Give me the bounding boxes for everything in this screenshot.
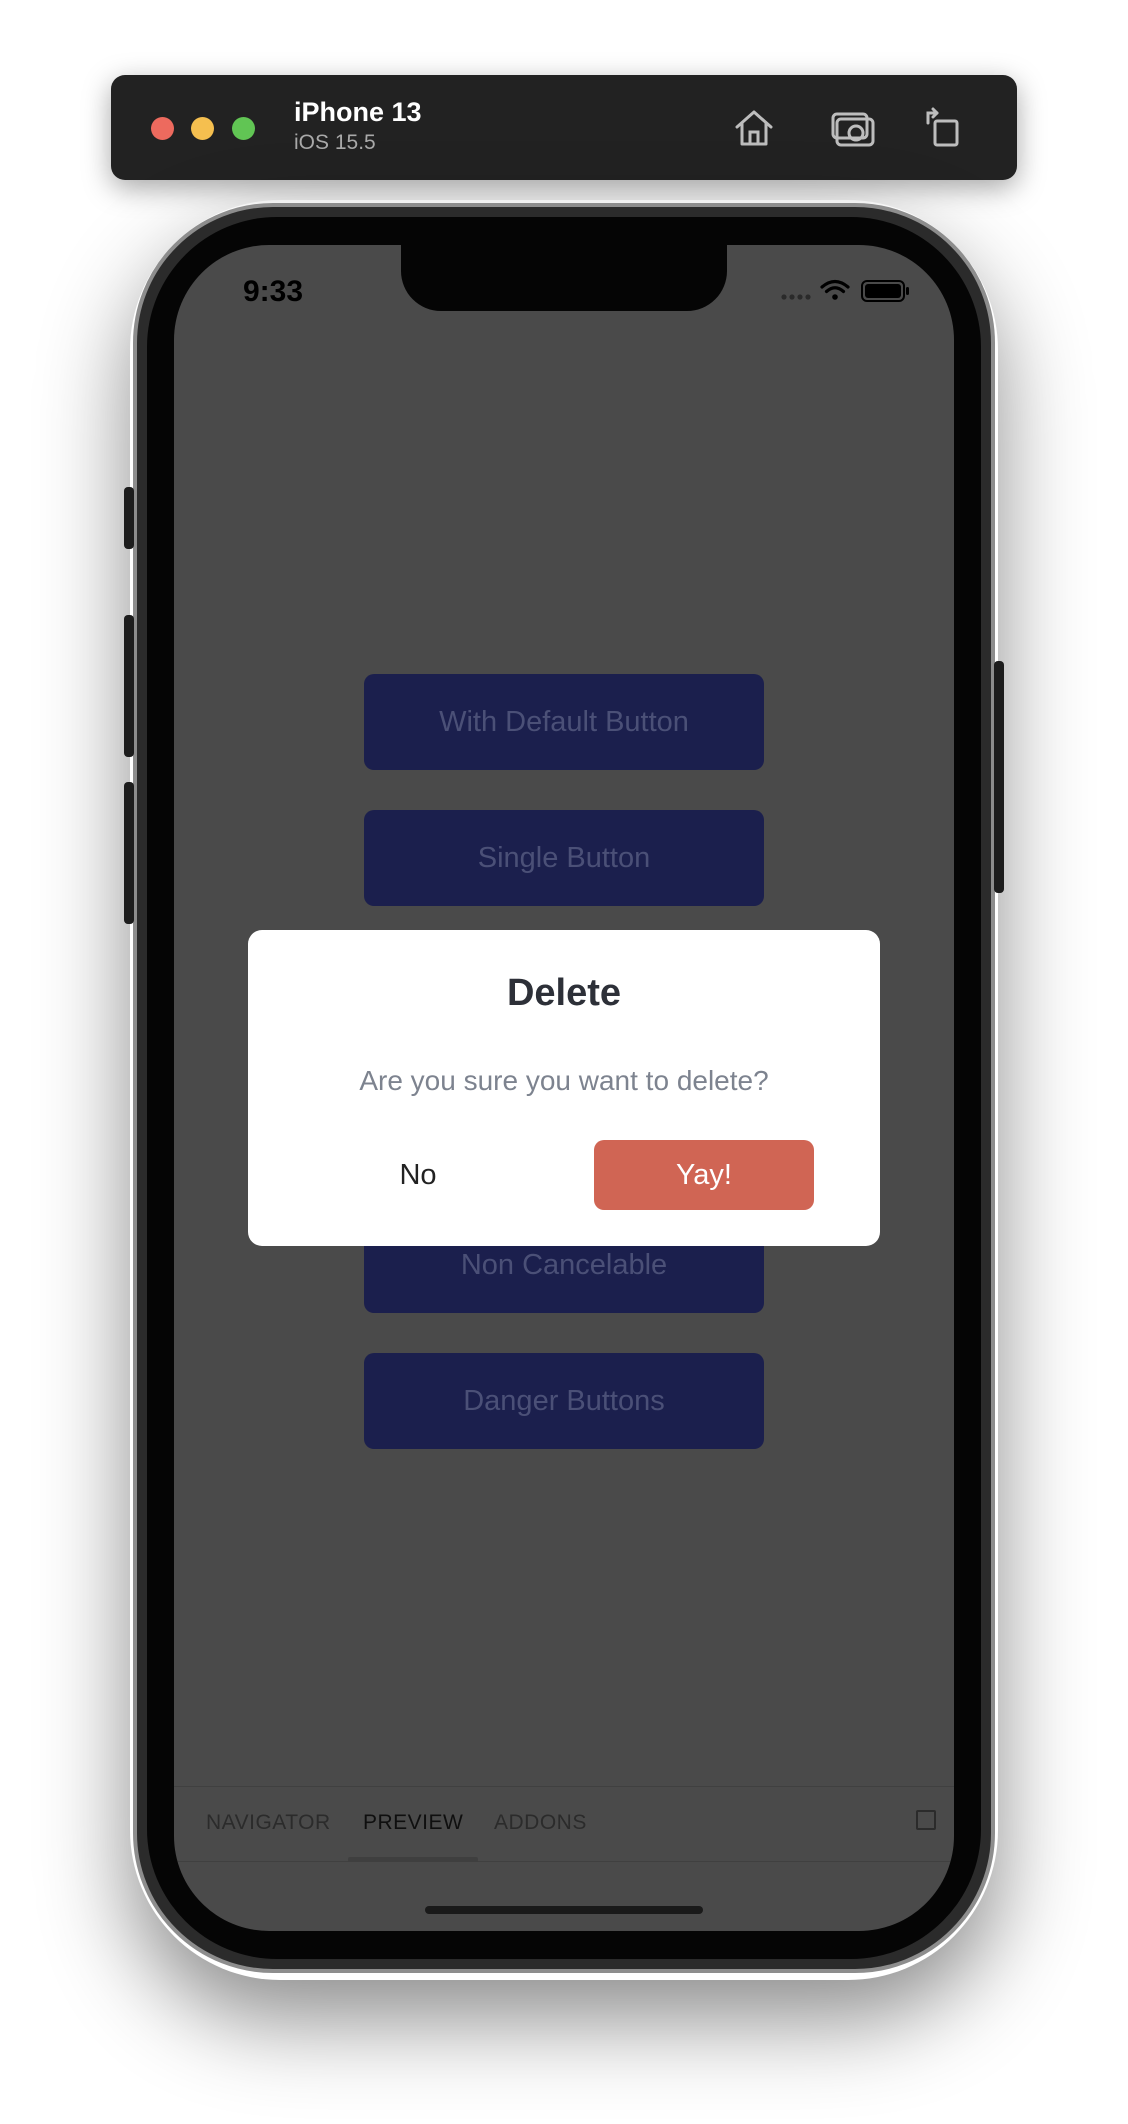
dialog-message: Are you sure you want to delete?: [359, 1065, 769, 1096]
volume-up-button: [124, 615, 134, 757]
tab-preview[interactable]: PREVIEW: [363, 1811, 463, 1835]
screenshot-camera-icon[interactable]: [829, 103, 879, 153]
single-button[interactable]: Single Button: [364, 810, 764, 906]
tab-addons[interactable]: ADDONS: [494, 1811, 587, 1835]
dialog-title: Delete: [506, 972, 622, 1014]
home-indicator[interactable]: [425, 1906, 703, 1914]
home-icon[interactable]: [729, 103, 779, 153]
tab-navigator[interactable]: NAVIGATOR: [206, 1811, 331, 1835]
fullscreen-toggle-icon[interactable]: [916, 1810, 936, 1830]
active-tab-indicator: [348, 1857, 478, 1862]
rotate-icon[interactable]: [919, 103, 969, 153]
status-time: 9:33: [243, 275, 304, 308]
wifi-icon: [820, 279, 850, 300]
battery-icon: [861, 280, 909, 302]
delete-dialog: Delete Are you sure you want to delete? …: [248, 930, 880, 1246]
close-window-button[interactable]: [151, 117, 174, 140]
with-default-button[interactable]: With Default Button: [364, 674, 764, 770]
minimize-window-button[interactable]: [191, 117, 214, 140]
cellular-signal-icon: [781, 294, 811, 300]
device-name: iPhone 13: [294, 97, 422, 127]
os-version: iOS 15.5: [294, 131, 376, 154]
danger-buttons-button[interactable]: Danger Buttons: [364, 1353, 764, 1449]
notch: [401, 245, 727, 311]
confirm-button[interactable]: Yay!: [594, 1140, 814, 1210]
status-icons: [781, 279, 909, 302]
silent-switch: [124, 487, 134, 549]
cancel-button[interactable]: No: [308, 1140, 528, 1210]
volume-down-button: [124, 782, 134, 924]
simulator-toolbar: iPhone 13 iOS 15.5: [111, 75, 1017, 180]
zoom-window-button[interactable]: [232, 117, 255, 140]
storybook-tab-bar: NAVIGATOR PREVIEW ADDONS: [174, 1786, 954, 1862]
power-button: [994, 661, 1004, 893]
